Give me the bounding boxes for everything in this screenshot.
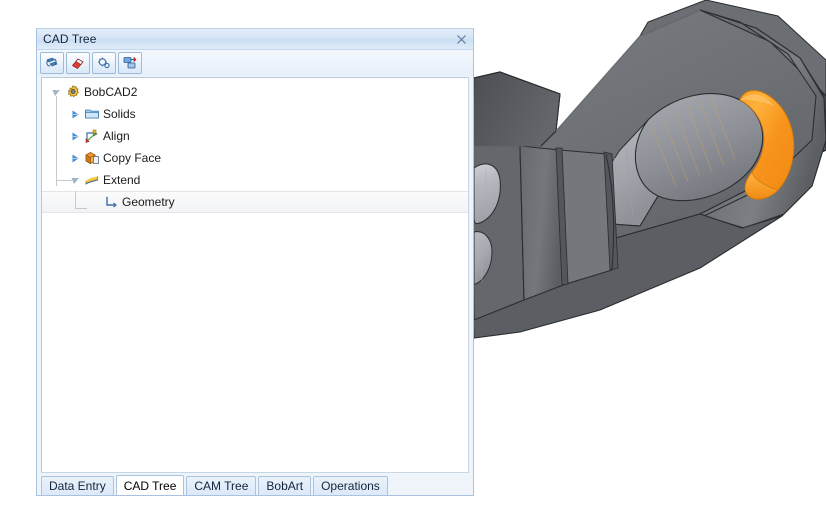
tree-root: BobCAD2 Solids Align Copy Face Extend Geometr… bbox=[42, 78, 468, 213]
panel-titlebar: CAD Tree bbox=[37, 29, 473, 50]
cad-tree-panel: CAD Tree BobCAD2 Solids Align Copy Face … bbox=[36, 28, 474, 496]
tab-label: CAM Tree bbox=[194, 479, 249, 493]
tree-item-label: BobCAD2 bbox=[84, 85, 138, 99]
tree-guide-line bbox=[75, 208, 87, 209]
geometry-icon bbox=[102, 193, 120, 211]
tree-item-label: Geometry bbox=[122, 195, 175, 209]
tree-item-bobcad2[interactable]: BobCAD2 bbox=[42, 81, 468, 103]
panel-tab-strip: Data Entry CAD Tree CAM Tree BobArt Operatio… bbox=[37, 473, 473, 495]
tab-label: Data Entry bbox=[49, 479, 106, 493]
tree-item-label: Solids bbox=[103, 107, 136, 121]
tab-label: Operations bbox=[321, 479, 380, 493]
tree-item-copy-face[interactable]: Copy Face bbox=[42, 147, 468, 169]
erase-button[interactable] bbox=[66, 52, 90, 74]
cad-tree-view[interactable]: BobCAD2 Solids Align Copy Face Extend Geometr… bbox=[41, 77, 469, 473]
display-filter-button[interactable] bbox=[118, 52, 142, 74]
align-axes-icon bbox=[83, 127, 101, 145]
refresh-tree-button[interactable] bbox=[40, 52, 64, 74]
tree-guide-line bbox=[56, 96, 57, 186]
tab-data-entry[interactable]: Data Entry bbox=[41, 476, 114, 495]
tab-label: CAD Tree bbox=[123, 478, 177, 493]
extend-icon bbox=[83, 171, 101, 189]
tab-bobart[interactable]: BobArt bbox=[258, 476, 312, 495]
tree-item-solids[interactable]: Solids bbox=[42, 103, 468, 125]
tab-label: BobArt bbox=[266, 479, 304, 493]
tab-operations[interactable]: Operations bbox=[313, 476, 388, 495]
expander-placeholder bbox=[86, 191, 102, 213]
tree-item-geometry[interactable]: Geometry bbox=[42, 191, 468, 213]
tree-item-label: Copy Face bbox=[103, 151, 162, 165]
tree-guide-line bbox=[56, 180, 73, 181]
folder-icon bbox=[83, 105, 101, 123]
tab-cam-tree[interactable]: CAM Tree bbox=[186, 476, 257, 495]
tree-guide-line bbox=[75, 191, 76, 209]
tree-item-label: Align bbox=[103, 129, 130, 143]
tree-item-align[interactable]: Align bbox=[42, 125, 468, 147]
tree-guide-line bbox=[73, 136, 79, 137]
tab-cad-tree[interactable]: CAD Tree bbox=[115, 475, 185, 495]
close-icon[interactable] bbox=[453, 31, 469, 47]
tree-guide-line bbox=[73, 114, 79, 115]
copy-face-icon bbox=[83, 149, 101, 167]
tree-guide-line bbox=[73, 158, 79, 159]
gear-icon bbox=[64, 83, 82, 101]
panel-title: CAD Tree bbox=[43, 32, 97, 46]
tree-item-extend[interactable]: Extend bbox=[42, 169, 468, 191]
cad-part bbox=[471, 0, 826, 339]
settings-button[interactable] bbox=[92, 52, 116, 74]
tree-guide-line bbox=[56, 90, 60, 91]
panel-toolbar bbox=[37, 50, 473, 76]
tree-item-label: Extend bbox=[103, 173, 141, 187]
